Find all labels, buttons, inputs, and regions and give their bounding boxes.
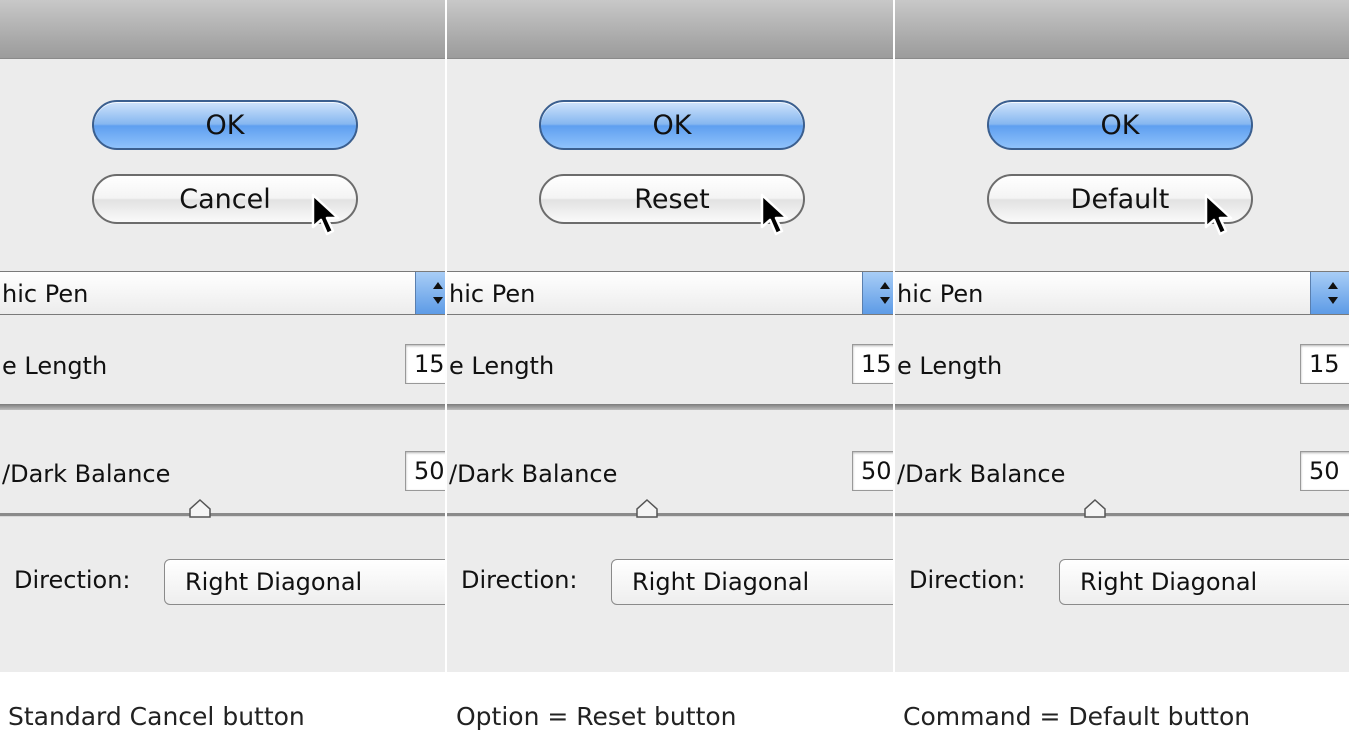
stroke-length-label: e Length xyxy=(897,352,1003,380)
pen-type-popup[interactable]: hic Pen xyxy=(0,271,445,315)
direction-value: Right Diagonal xyxy=(185,568,363,596)
stroke-length-field[interactable]: 15 xyxy=(852,344,893,384)
direction-label: Direction: xyxy=(14,566,131,594)
cursor-arrow-icon xyxy=(760,193,789,236)
direction-select[interactable]: Right Diagonal xyxy=(1059,559,1349,605)
caption-default: Command = Default button xyxy=(903,702,1251,731)
stroke-length-field[interactable]: 15 xyxy=(405,344,445,384)
balance-slider-track[interactable] xyxy=(0,513,445,517)
up-down-arrows-icon xyxy=(433,282,443,304)
direction-value: Right Diagonal xyxy=(632,568,810,596)
window-titlebar xyxy=(895,0,1349,59)
cursor-arrow-icon xyxy=(1204,193,1233,236)
window-titlebar xyxy=(447,0,893,59)
stroke-length-field[interactable]: 15 xyxy=(1300,344,1349,384)
balance-field[interactable]: 50 xyxy=(1300,451,1349,491)
direction-select[interactable]: Right Diagonal xyxy=(611,559,893,605)
caption-cancel: Standard Cancel button xyxy=(8,702,305,731)
dialog-panel-reset: OK Reset hic Pen e Length 15 /Dark Balan… xyxy=(447,0,893,672)
balance-label: /Dark Balance xyxy=(897,460,1066,488)
popup-arrows-icon[interactable] xyxy=(862,272,893,314)
dialog-panel-cancel: OK Cancel hic Pen e Length 15 /Dark Bala… xyxy=(0,0,445,672)
pen-type-value: hic Pen xyxy=(449,280,536,308)
pen-type-popup[interactable]: hic Pen xyxy=(447,271,893,315)
popup-arrows-icon[interactable] xyxy=(1310,272,1349,314)
balance-slider-track[interactable] xyxy=(447,513,893,517)
slider-thumb-icon[interactable] xyxy=(187,498,213,520)
stroke-length-label: e Length xyxy=(2,352,108,380)
balance-field[interactable]: 50 xyxy=(405,451,445,491)
ok-button[interactable]: OK xyxy=(92,100,358,150)
popup-arrows-icon[interactable] xyxy=(415,272,445,314)
ok-button[interactable]: OK xyxy=(539,100,805,150)
caption-reset: Option = Reset button xyxy=(456,702,737,731)
separator xyxy=(0,404,445,410)
up-down-arrows-icon xyxy=(880,282,890,304)
pen-type-value: hic Pen xyxy=(897,280,984,308)
balance-label: /Dark Balance xyxy=(2,460,171,488)
cursor-arrow-icon xyxy=(311,193,340,236)
direction-label: Direction: xyxy=(461,566,578,594)
direction-value: Right Diagonal xyxy=(1080,568,1258,596)
dialog-panel-default: OK Default hic Pen e Length 15 /Dark Bal… xyxy=(895,0,1349,672)
slider-thumb-icon[interactable] xyxy=(634,498,660,520)
balance-field[interactable]: 50 xyxy=(852,451,893,491)
ok-button[interactable]: OK xyxy=(987,100,1253,150)
up-down-arrows-icon xyxy=(1328,282,1338,304)
slider-thumb-icon[interactable] xyxy=(1082,498,1108,520)
stroke-length-label: e Length xyxy=(449,352,555,380)
direction-label: Direction: xyxy=(909,566,1026,594)
separator xyxy=(895,404,1349,410)
balance-label: /Dark Balance xyxy=(449,460,618,488)
balance-slider-track[interactable] xyxy=(895,513,1349,517)
direction-select[interactable]: Right Diagonal xyxy=(164,559,445,605)
window-titlebar xyxy=(0,0,445,59)
pen-type-popup[interactable]: hic Pen xyxy=(895,271,1349,315)
separator xyxy=(447,404,893,410)
pen-type-value: hic Pen xyxy=(2,280,89,308)
